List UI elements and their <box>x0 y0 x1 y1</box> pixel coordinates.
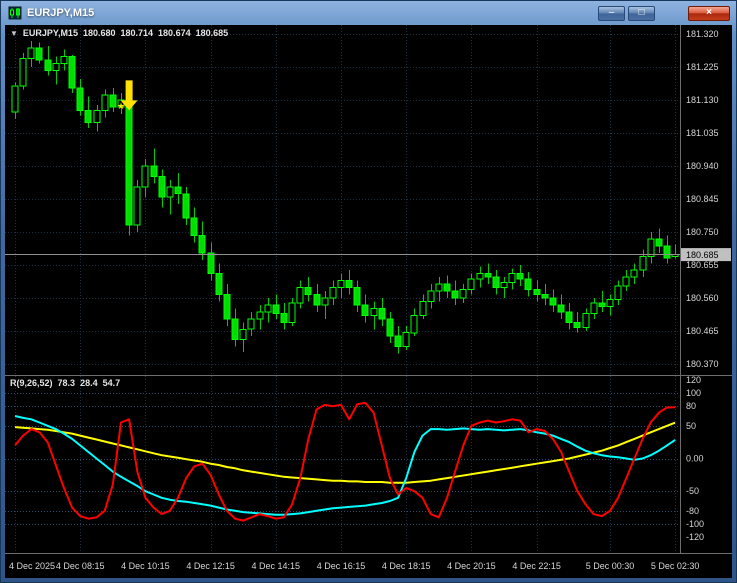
chart-high-value: 180.714 <box>120 28 154 38</box>
svg-text:180.845: 180.845 <box>686 194 719 204</box>
rci-lines <box>14 401 676 522</box>
indicator-name: R(9,26,52) <box>10 378 53 388</box>
minimize-button[interactable]: – <box>598 5 625 21</box>
svg-text:180.940: 180.940 <box>686 161 719 171</box>
svg-text:181.035: 181.035 <box>686 128 719 138</box>
svg-text:4 Dec 12:15: 4 Dec 12:15 <box>186 561 235 571</box>
svg-text:180.465: 180.465 <box>686 326 719 336</box>
svg-text:4 Dec 16:15: 4 Dec 16:15 <box>317 561 366 571</box>
indicator-value-fast: 78.3 <box>57 378 76 388</box>
svg-text:4 Dec 2025: 4 Dec 2025 <box>9 561 55 571</box>
svg-text:120: 120 <box>686 376 701 385</box>
svg-text:181.320: 181.320 <box>686 29 719 39</box>
svg-text:4 Dec 10:15: 4 Dec 10:15 <box>121 561 170 571</box>
indicator-pane[interactable]: 120 100 80 50 0.00 -50 -80 -100 -120 R(9,26,52) … <box>5 375 732 553</box>
svg-text:4 Dec 22:15: 4 Dec 22:15 <box>512 561 561 571</box>
svg-text:-120: -120 <box>686 532 704 542</box>
svg-text:100: 100 <box>686 388 701 398</box>
price-axis: 181.320 181.225 181.130 181.035 180.940 180.8… <box>680 25 731 375</box>
chart-client-area: ★ 181.320 181.225 181.130 181.035 180.940 180.… <box>5 25 732 578</box>
svg-text:0.00: 0.00 <box>686 454 704 464</box>
time-axis-labels: 4 Dec 2025 4 Dec 08:15 4 Dec 10:15 4 Dec 12… <box>9 561 699 571</box>
dropdown-arrow-icon[interactable]: ▼ <box>10 29 18 38</box>
indicator-value-mid: 28.4 <box>80 378 98 388</box>
svg-text:50: 50 <box>686 421 696 431</box>
star-icon[interactable]: ★ <box>117 101 125 111</box>
rci-oscillator-chart: 120 100 80 50 0.00 -50 -80 -100 -120 <box>5 376 704 553</box>
close-button[interactable]: × <box>688 5 730 21</box>
chart-ohlc-label: ▼ EURJPY,M15 180.680 180.714 180.674 180… <box>10 28 228 38</box>
current-price-tag: 180.685 <box>681 248 731 262</box>
svg-text:180.560: 180.560 <box>686 293 719 303</box>
chart-annotations[interactable]: ★ <box>117 80 138 111</box>
window-icon <box>7 6 23 20</box>
svg-text:4 Dec 08:15: 4 Dec 08:15 <box>56 561 105 571</box>
title-bar[interactable]: EURJPY,M15 – □ × <box>5 1 732 25</box>
svg-text:-50: -50 <box>686 486 699 496</box>
svg-text:181.225: 181.225 <box>686 62 719 72</box>
svg-text:5 Dec 02:30: 5 Dec 02:30 <box>651 561 700 571</box>
window-title: EURJPY,M15 <box>27 7 95 19</box>
svg-text:5 Dec 00:30: 5 Dec 00:30 <box>586 561 635 571</box>
window-controls: – □ × <box>598 5 730 21</box>
main-chart-pane[interactable]: ★ 181.320 181.225 181.130 181.035 180.940 180.… <box>5 25 732 375</box>
indicator-axis: 120 100 80 50 0.00 -50 -80 -100 -120 <box>680 376 704 553</box>
svg-text:180.655: 180.655 <box>686 260 719 270</box>
indicator-label: R(9,26,52) 78.3 28.4 54.7 <box>10 378 120 388</box>
indicator-value-slow: 54.7 <box>102 378 121 388</box>
svg-text:-80: -80 <box>686 506 699 516</box>
chart-symbol-period: EURJPY,M15 <box>22 28 78 38</box>
svg-text:181.130: 181.130 <box>686 95 719 105</box>
chart-open-value: 180.680 <box>82 28 116 38</box>
rci-mid-line <box>14 415 676 516</box>
mt4-chart-window: EURJPY,M15 – □ × ★ 181.320 181.225 181.130 1… <box>0 0 737 583</box>
svg-text:4 Dec 18:15: 4 Dec 18:15 <box>382 561 431 571</box>
time-axis: 4 Dec 2025 4 Dec 08:15 4 Dec 10:15 4 Dec 12… <box>5 553 732 578</box>
svg-text:-100: -100 <box>686 519 704 529</box>
candlestick-chart: ★ 181.320 181.225 181.130 181.035 180.940 180.… <box>5 25 731 375</box>
candlestick-series <box>11 40 679 354</box>
chart-low-value: 180.674 <box>158 28 191 38</box>
svg-text:180.685: 180.685 <box>686 250 719 260</box>
svg-text:4 Dec 14:15: 4 Dec 14:15 <box>252 561 301 571</box>
svg-text:180.750: 180.750 <box>686 227 719 237</box>
chart-close-value: 180.685 <box>195 28 229 38</box>
svg-text:4 Dec 20:15: 4 Dec 20:15 <box>447 561 496 571</box>
restore-button[interactable]: □ <box>628 5 655 21</box>
rci-fast-line <box>14 401 676 522</box>
svg-text:80: 80 <box>686 401 696 411</box>
svg-text:180.370: 180.370 <box>686 359 719 369</box>
time-axis-scale: 4 Dec 2025 4 Dec 08:15 4 Dec 10:15 4 Dec 12… <box>9 561 699 571</box>
